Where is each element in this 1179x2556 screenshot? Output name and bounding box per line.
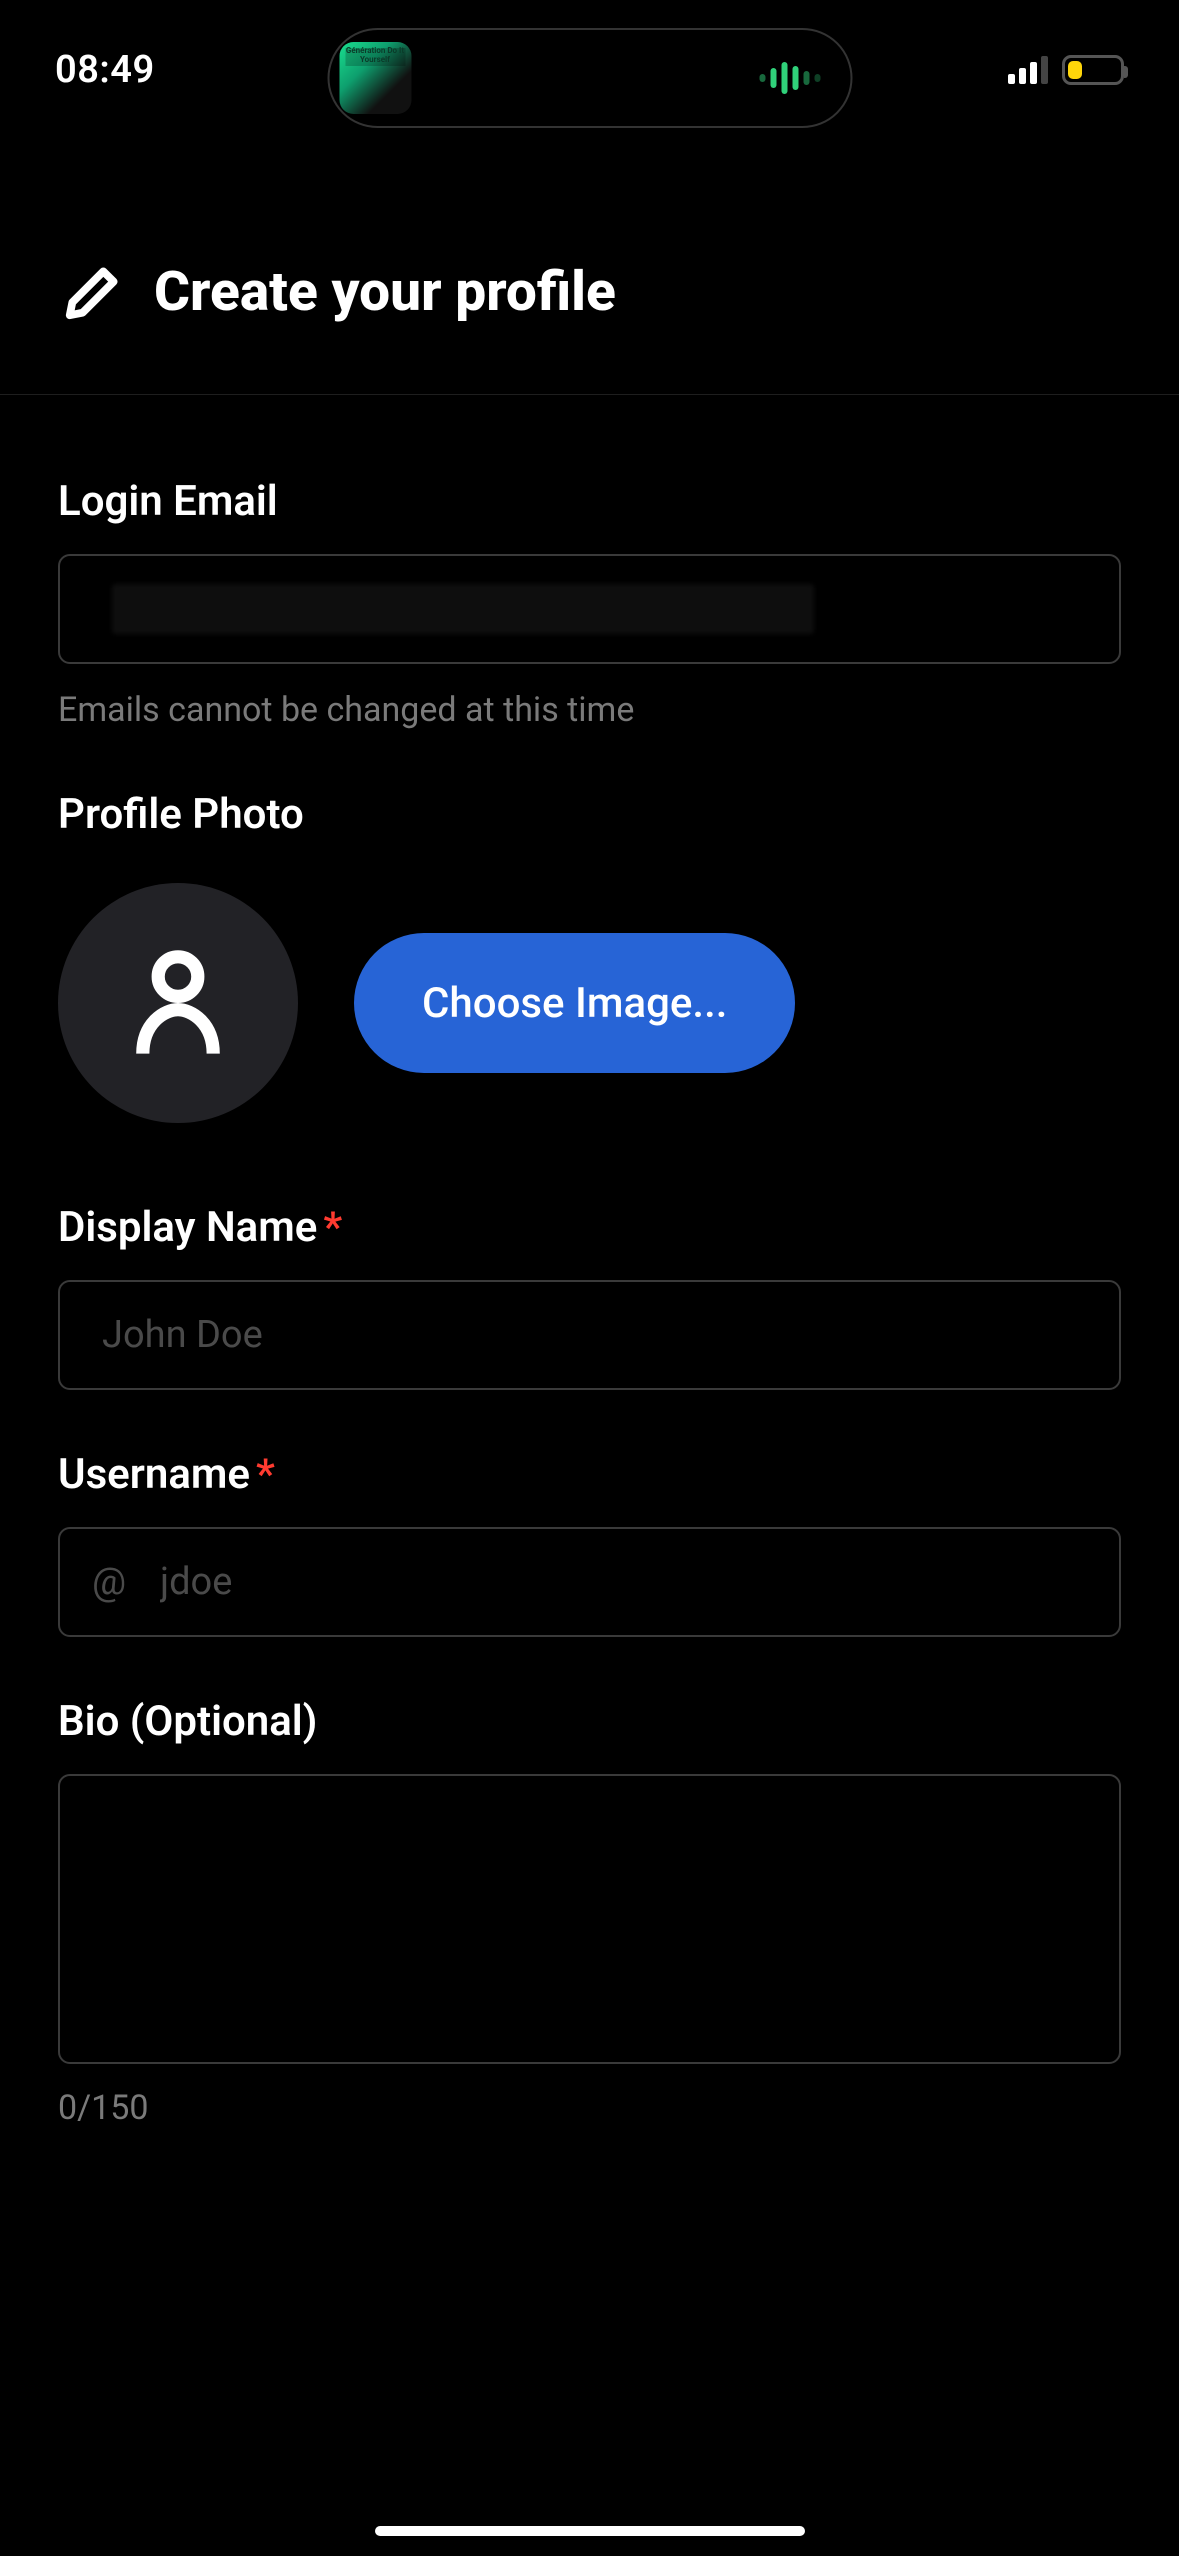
audio-waveform-icon (759, 62, 820, 94)
pencil-icon (62, 261, 124, 323)
page-title: Create your profile (154, 260, 616, 324)
status-bar: 08:49 Génération Do It Yourself (0, 0, 1179, 140)
bio-char-count: 0/150 (58, 2088, 1121, 2128)
home-indicator[interactable] (375, 2526, 805, 2536)
email-value-redacted (112, 584, 814, 634)
email-label: Login Email (58, 477, 1121, 526)
email-help-text: Emails cannot be changed at this time (58, 690, 1121, 730)
email-field (58, 554, 1121, 664)
cellular-signal-icon (1008, 56, 1048, 84)
photo-label: Profile Photo (58, 790, 1121, 839)
field-bio: Bio (Optional) 0/150 (58, 1697, 1121, 2128)
now-playing-album-art: Génération Do It Yourself (339, 42, 411, 114)
page-header: Create your profile (0, 140, 1179, 395)
username-label: Username* (58, 1450, 1121, 1499)
form-content: Login Email Emails cannot be changed at … (0, 395, 1179, 2128)
field-login-email: Login Email Emails cannot be changed at … (58, 477, 1121, 730)
required-marker: * (323, 1203, 342, 1252)
display-name-label: Display Name* (58, 1203, 1121, 1252)
display-name-input[interactable] (58, 1280, 1121, 1390)
choose-image-button[interactable]: Choose Image... (354, 933, 795, 1073)
bio-textarea[interactable] (58, 1774, 1121, 2064)
bio-label: Bio (Optional) (58, 1697, 1121, 1746)
status-time: 08:49 (55, 48, 155, 92)
required-marker: * (256, 1450, 275, 1499)
field-username: Username* @ (58, 1450, 1121, 1637)
dynamic-island[interactable]: Génération Do It Yourself (327, 28, 852, 128)
username-input[interactable] (58, 1527, 1121, 1637)
status-right (1008, 55, 1124, 85)
avatar-placeholder (58, 883, 298, 1123)
battery-icon (1062, 55, 1124, 85)
field-display-name: Display Name* (58, 1203, 1121, 1390)
battery-fill (1068, 61, 1082, 79)
field-profile-photo: Profile Photo Choose Image... (58, 790, 1121, 1123)
person-icon (133, 948, 223, 1058)
